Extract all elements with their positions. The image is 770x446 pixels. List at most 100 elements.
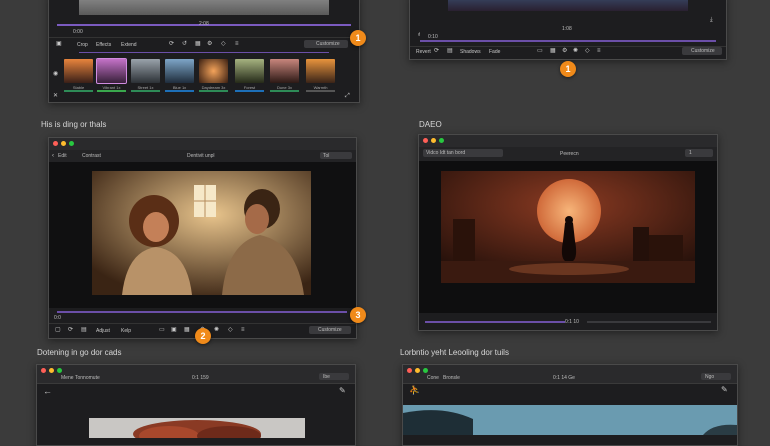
search-field[interactable]: Tol bbox=[320, 152, 352, 159]
filter-thumb[interactable] bbox=[165, 59, 194, 83]
maximize-button[interactable] bbox=[423, 368, 428, 373]
filter-bar bbox=[270, 90, 299, 92]
film-icon[interactable]: ▦ bbox=[184, 327, 190, 333]
copy-icon[interactable]: ▭ bbox=[159, 327, 165, 333]
customize-dropdown[interactable]: Customize bbox=[309, 326, 351, 334]
callout-badge-2: 2 bbox=[195, 328, 211, 344]
mini-timeline[interactable] bbox=[79, 52, 329, 53]
menu-item[interactable]: Bronsle bbox=[443, 375, 460, 381]
filter-thumb[interactable] bbox=[131, 59, 160, 83]
grid-icon[interactable]: ▤ bbox=[81, 327, 87, 333]
timecode: 2:08 bbox=[199, 21, 209, 27]
scrub-time-label: 0:00 bbox=[73, 29, 83, 35]
divider bbox=[49, 323, 356, 324]
mid-left-editor-window: ‹ Edit Contrast Dentivit unpl Tol 0:0 ▢ … bbox=[48, 137, 357, 339]
right-field[interactable]: Ngo bbox=[701, 373, 731, 380]
filter-thumb[interactable] bbox=[235, 59, 264, 83]
rotate-icon[interactable]: ⟳ bbox=[169, 41, 174, 47]
pen-icon[interactable]: ✎ bbox=[721, 386, 728, 394]
toolbar-effects[interactable]: Effects bbox=[96, 42, 111, 48]
source-dropdown[interactable]: Vidco Idt tan bord bbox=[423, 149, 503, 157]
sparkle-icon[interactable]: ✺ bbox=[214, 327, 219, 333]
filter-thumb-selected[interactable] bbox=[96, 58, 127, 84]
back-icon[interactable]: ‹ bbox=[52, 153, 54, 159]
expand-icon[interactable]: ⤢ bbox=[345, 93, 350, 99]
tag-icon[interactable]: ◇ bbox=[221, 41, 226, 47]
search-value: Tol bbox=[323, 153, 330, 159]
eye-icon[interactable]: ◉ bbox=[53, 71, 58, 77]
filter-thumb[interactable] bbox=[64, 59, 93, 83]
close-button[interactable] bbox=[41, 368, 46, 373]
maximize-button[interactable] bbox=[439, 138, 444, 143]
toolbar-extend[interactable]: Extend bbox=[121, 42, 137, 48]
scrub-timeline[interactable] bbox=[57, 311, 347, 313]
back-arrow-icon[interactable]: ← bbox=[43, 387, 52, 396]
divider bbox=[410, 46, 726, 47]
window-controls bbox=[407, 368, 428, 373]
filter-thumb[interactable] bbox=[306, 59, 335, 83]
close-icon[interactable]: ✕ bbox=[53, 93, 58, 99]
crop-icon[interactable]: ▣ bbox=[56, 41, 62, 47]
toolbar-fade[interactable]: Fade bbox=[489, 49, 500, 55]
minimize-button[interactable] bbox=[61, 141, 66, 146]
scrub-timeline[interactable] bbox=[420, 40, 716, 42]
toolbar-crop[interactable]: Crop bbox=[77, 42, 88, 48]
run-icon[interactable]: ⛹ bbox=[409, 386, 420, 395]
customize-dropdown[interactable]: Customize bbox=[304, 40, 348, 48]
close-button[interactable] bbox=[423, 138, 428, 143]
settings-icon[interactable]: ⚙ bbox=[207, 41, 212, 47]
image-icon[interactable]: ▣ bbox=[171, 327, 177, 333]
sparkle-icon[interactable]: ✺ bbox=[573, 48, 578, 54]
filter-thumb[interactable] bbox=[270, 59, 299, 83]
pin-icon[interactable]: ⤓ bbox=[710, 17, 713, 23]
maximize-button[interactable] bbox=[69, 141, 74, 146]
menu-icon[interactable]: ≡ bbox=[241, 327, 245, 333]
maximize-button[interactable] bbox=[57, 368, 62, 373]
menu-item[interactable]: Mene bbox=[61, 375, 74, 381]
rotate-icon[interactable]: ⟳ bbox=[434, 48, 439, 54]
minimize-button[interactable] bbox=[431, 138, 436, 143]
filter-bar bbox=[165, 90, 194, 92]
close-button[interactable] bbox=[53, 141, 58, 146]
minimize-button[interactable] bbox=[415, 368, 420, 373]
tag-icon[interactable]: ◇ bbox=[585, 48, 590, 54]
menu-item[interactable]: Tonnomute bbox=[75, 375, 100, 381]
menu-item[interactable]: Cone bbox=[427, 375, 439, 381]
copy-icon[interactable]: ▭ bbox=[537, 48, 543, 54]
pen-icon[interactable]: ✎ bbox=[339, 387, 346, 395]
value-field[interactable]: 1 bbox=[685, 149, 713, 157]
section-title: His is ding or thals bbox=[41, 120, 107, 129]
settings-icon[interactable]: ⚙ bbox=[562, 48, 567, 54]
toolbar-adjust[interactable]: Adjust bbox=[96, 328, 110, 334]
customize-dropdown[interactable]: Customize bbox=[682, 47, 722, 55]
scrub-timeline[interactable] bbox=[425, 321, 565, 323]
scrub-timeline-remaining[interactable] bbox=[587, 321, 711, 323]
filter-bar bbox=[306, 90, 335, 92]
tab-contrast[interactable]: Contrast bbox=[82, 153, 101, 159]
film-icon[interactable]: ▦ bbox=[195, 41, 201, 47]
divider bbox=[49, 37, 359, 38]
window-controls bbox=[53, 141, 74, 146]
callout-badge-1: 1 bbox=[350, 30, 366, 46]
right-field[interactable]: Ibe bbox=[319, 373, 349, 380]
tag-icon[interactable]: ◇ bbox=[228, 327, 233, 333]
tab-edit[interactable]: Edit bbox=[58, 153, 67, 159]
toolbar-kelp[interactable]: Kelp bbox=[121, 328, 131, 334]
film-icon[interactable]: ▦ bbox=[550, 48, 556, 54]
chat-icon[interactable]: ▢ bbox=[55, 327, 61, 333]
grid-icon[interactable]: ▤ bbox=[447, 48, 453, 54]
video-still-tree bbox=[89, 418, 305, 438]
audio-icon[interactable]: ᵈ bbox=[418, 33, 420, 39]
close-button[interactable] bbox=[407, 368, 412, 373]
filter-thumb[interactable] bbox=[199, 59, 228, 83]
filter-bar bbox=[64, 90, 93, 92]
toolbar-shadows[interactable]: Shadows bbox=[460, 49, 481, 55]
rotate-icon[interactable]: ⟳ bbox=[68, 327, 73, 333]
toolbar-revert[interactable]: Revert bbox=[416, 49, 431, 55]
minimize-button[interactable] bbox=[49, 368, 54, 373]
menu-icon[interactable]: ≡ bbox=[235, 41, 239, 47]
callout-badge-1: 1 bbox=[560, 61, 576, 77]
menu-icon[interactable]: ≡ bbox=[597, 48, 601, 54]
undo-icon[interactable]: ↺ bbox=[182, 41, 187, 47]
timecode: 0:1 14 Ge bbox=[553, 375, 575, 381]
